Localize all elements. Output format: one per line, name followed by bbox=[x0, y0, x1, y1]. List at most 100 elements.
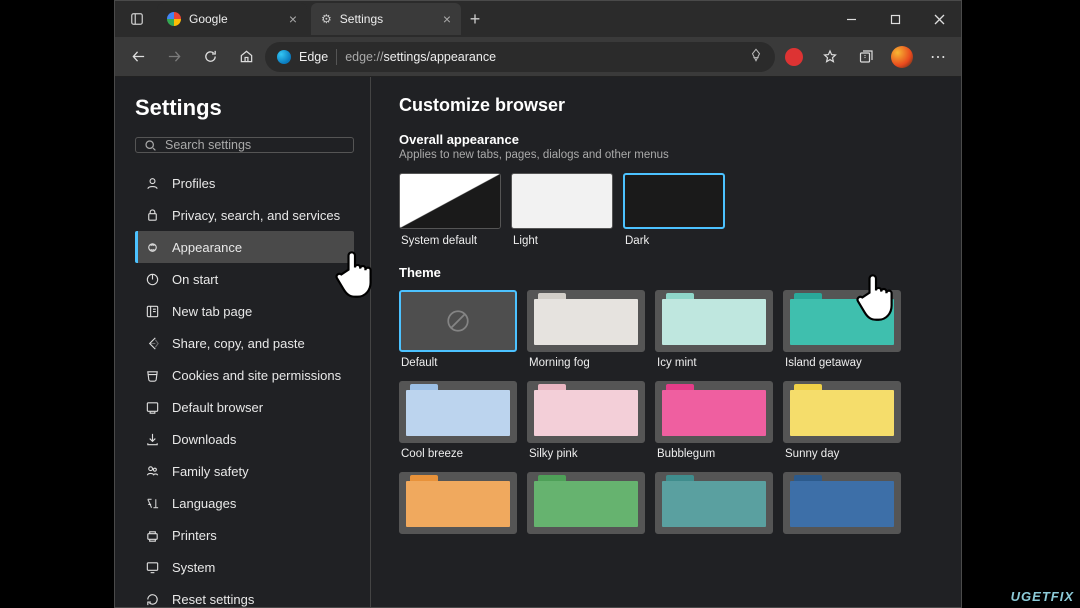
theme-thumb bbox=[655, 290, 773, 352]
theme-thumb bbox=[399, 381, 517, 443]
nav-label: New tab page bbox=[172, 304, 252, 319]
nav-label: System bbox=[172, 560, 215, 575]
toolbar: Edge edge://settings/appearance ⋯ bbox=[115, 37, 961, 77]
edge-icon bbox=[277, 50, 291, 64]
menu-button[interactable]: ⋯ bbox=[921, 41, 955, 73]
address-bar[interactable]: Edge edge://settings/appearance bbox=[265, 42, 775, 72]
minimize-button[interactable] bbox=[829, 1, 873, 37]
theme-thumb bbox=[655, 472, 773, 534]
sidebar-item-languages[interactable]: Languages bbox=[135, 487, 354, 519]
tab-strip: Google × ⚙ Settings × + bbox=[115, 1, 489, 37]
close-icon[interactable]: × bbox=[443, 11, 451, 27]
nav-label: Printers bbox=[172, 528, 217, 543]
sidebar-item-system[interactable]: System bbox=[135, 551, 354, 583]
collections-button[interactable] bbox=[849, 41, 883, 73]
sidebar-item-family-safety[interactable]: Family safety bbox=[135, 455, 354, 487]
theme-option-icy-mint[interactable]: Icy mint bbox=[655, 290, 773, 371]
appearance-option-sysdef[interactable]: System default bbox=[399, 173, 501, 247]
theme-label bbox=[783, 534, 901, 541]
page-heading: Customize browser bbox=[399, 95, 943, 116]
forward-button[interactable] bbox=[157, 41, 191, 73]
extension-button[interactable] bbox=[777, 41, 811, 73]
theme-option-island-getaway[interactable]: Island getaway bbox=[783, 290, 901, 371]
search-settings-input[interactable]: Search settings bbox=[135, 137, 354, 153]
sidebar-item-default-browser[interactable]: Default browser bbox=[135, 391, 354, 423]
profile-button[interactable] bbox=[885, 41, 919, 73]
theme-thumb bbox=[783, 381, 901, 443]
nav-label: Share, copy, and paste bbox=[172, 336, 305, 351]
sidebar-item-share-copy-and-paste[interactable]: Share, copy, and paste bbox=[135, 327, 354, 359]
theme-option[interactable] bbox=[655, 472, 773, 541]
theme-option-morning-fog[interactable]: Morning fog bbox=[527, 290, 645, 371]
appearance-label: System default bbox=[399, 229, 501, 247]
nav-icon bbox=[144, 495, 160, 511]
tab-actions-button[interactable] bbox=[121, 3, 153, 35]
nav-icon bbox=[144, 399, 160, 415]
appearance-thumb bbox=[511, 173, 613, 229]
sidebar-item-appearance[interactable]: Appearance bbox=[135, 231, 354, 263]
nav-label: Appearance bbox=[172, 240, 242, 255]
sidebar-item-privacy-search-and-services[interactable]: Privacy, search, and services bbox=[135, 199, 354, 231]
theme-option-sunny-day[interactable]: Sunny day bbox=[783, 381, 901, 462]
theme-label: Cool breeze bbox=[399, 443, 517, 462]
nav-label: On start bbox=[172, 272, 218, 287]
nav-icon bbox=[144, 207, 160, 223]
theme-option[interactable] bbox=[527, 472, 645, 541]
theme-option-cool-breeze[interactable]: Cool breeze bbox=[399, 381, 517, 462]
theme-option[interactable] bbox=[783, 472, 901, 541]
nav-label: Downloads bbox=[172, 432, 236, 447]
nav-icon bbox=[144, 463, 160, 479]
read-aloud-icon[interactable] bbox=[749, 48, 763, 65]
overall-appearance-sub: Applies to new tabs, pages, dialogs and … bbox=[399, 149, 943, 161]
theme-grid: Default Morning fog Icy mint Island getaway… bbox=[399, 290, 943, 541]
appearance-label: Dark bbox=[623, 229, 725, 247]
tab-settings[interactable]: ⚙ Settings × bbox=[311, 3, 461, 35]
close-window-button[interactable] bbox=[917, 1, 961, 37]
settings-main: Customize browser Overall appearance App… bbox=[371, 77, 961, 607]
edge-badge: Edge bbox=[299, 50, 328, 64]
theme-option[interactable] bbox=[399, 472, 517, 541]
theme-option-silky-pink[interactable]: Silky pink bbox=[527, 381, 645, 462]
theme-section-title: Theme bbox=[399, 265, 943, 280]
sidebar-item-reset-settings[interactable]: Reset settings bbox=[135, 583, 354, 607]
nav-label: Default browser bbox=[172, 400, 263, 415]
appearance-option-dark[interactable]: Dark bbox=[623, 173, 725, 247]
theme-thumb bbox=[783, 290, 901, 352]
theme-thumb bbox=[783, 472, 901, 534]
theme-option-default[interactable]: Default bbox=[399, 290, 517, 371]
nav-label: Reset settings bbox=[172, 592, 254, 607]
new-tab-button[interactable]: + bbox=[461, 9, 489, 30]
refresh-button[interactable] bbox=[193, 41, 227, 73]
tab-label: Google bbox=[189, 12, 228, 26]
theme-thumb bbox=[527, 381, 645, 443]
theme-label: Default bbox=[399, 352, 517, 371]
sidebar-item-on-start[interactable]: On start bbox=[135, 263, 354, 295]
sidebar-item-cookies-and-site-permissions[interactable]: Cookies and site permissions bbox=[135, 359, 354, 391]
maximize-button[interactable] bbox=[873, 1, 917, 37]
settings-title: Settings bbox=[135, 95, 354, 121]
sidebar-item-printers[interactable]: Printers bbox=[135, 519, 354, 551]
nav-icon bbox=[144, 559, 160, 575]
google-icon bbox=[167, 12, 181, 26]
favorites-button[interactable] bbox=[813, 41, 847, 73]
sidebar-item-profiles[interactable]: Profiles bbox=[135, 167, 354, 199]
appearance-option-light[interactable]: Light bbox=[511, 173, 613, 247]
nav-label: Profiles bbox=[172, 176, 215, 191]
sidebar-item-new-tab-page[interactable]: New tab page bbox=[135, 295, 354, 327]
theme-label: Icy mint bbox=[655, 352, 773, 371]
tab-google[interactable]: Google × bbox=[157, 3, 307, 35]
url-text: edge://settings/appearance bbox=[345, 50, 496, 64]
titlebar: Google × ⚙ Settings × + bbox=[115, 1, 961, 37]
home-button[interactable] bbox=[229, 41, 263, 73]
nav-icon bbox=[144, 367, 160, 383]
sidebar-item-downloads[interactable]: Downloads bbox=[135, 423, 354, 455]
theme-thumb bbox=[527, 290, 645, 352]
close-icon[interactable]: × bbox=[289, 11, 297, 27]
theme-label: Island getaway bbox=[783, 352, 901, 371]
nav-icon bbox=[144, 239, 160, 255]
theme-thumb bbox=[399, 290, 517, 352]
appearance-thumb bbox=[399, 173, 501, 229]
back-button[interactable] bbox=[121, 41, 155, 73]
theme-label bbox=[655, 534, 773, 541]
theme-option-bubblegum[interactable]: Bubblegum bbox=[655, 381, 773, 462]
